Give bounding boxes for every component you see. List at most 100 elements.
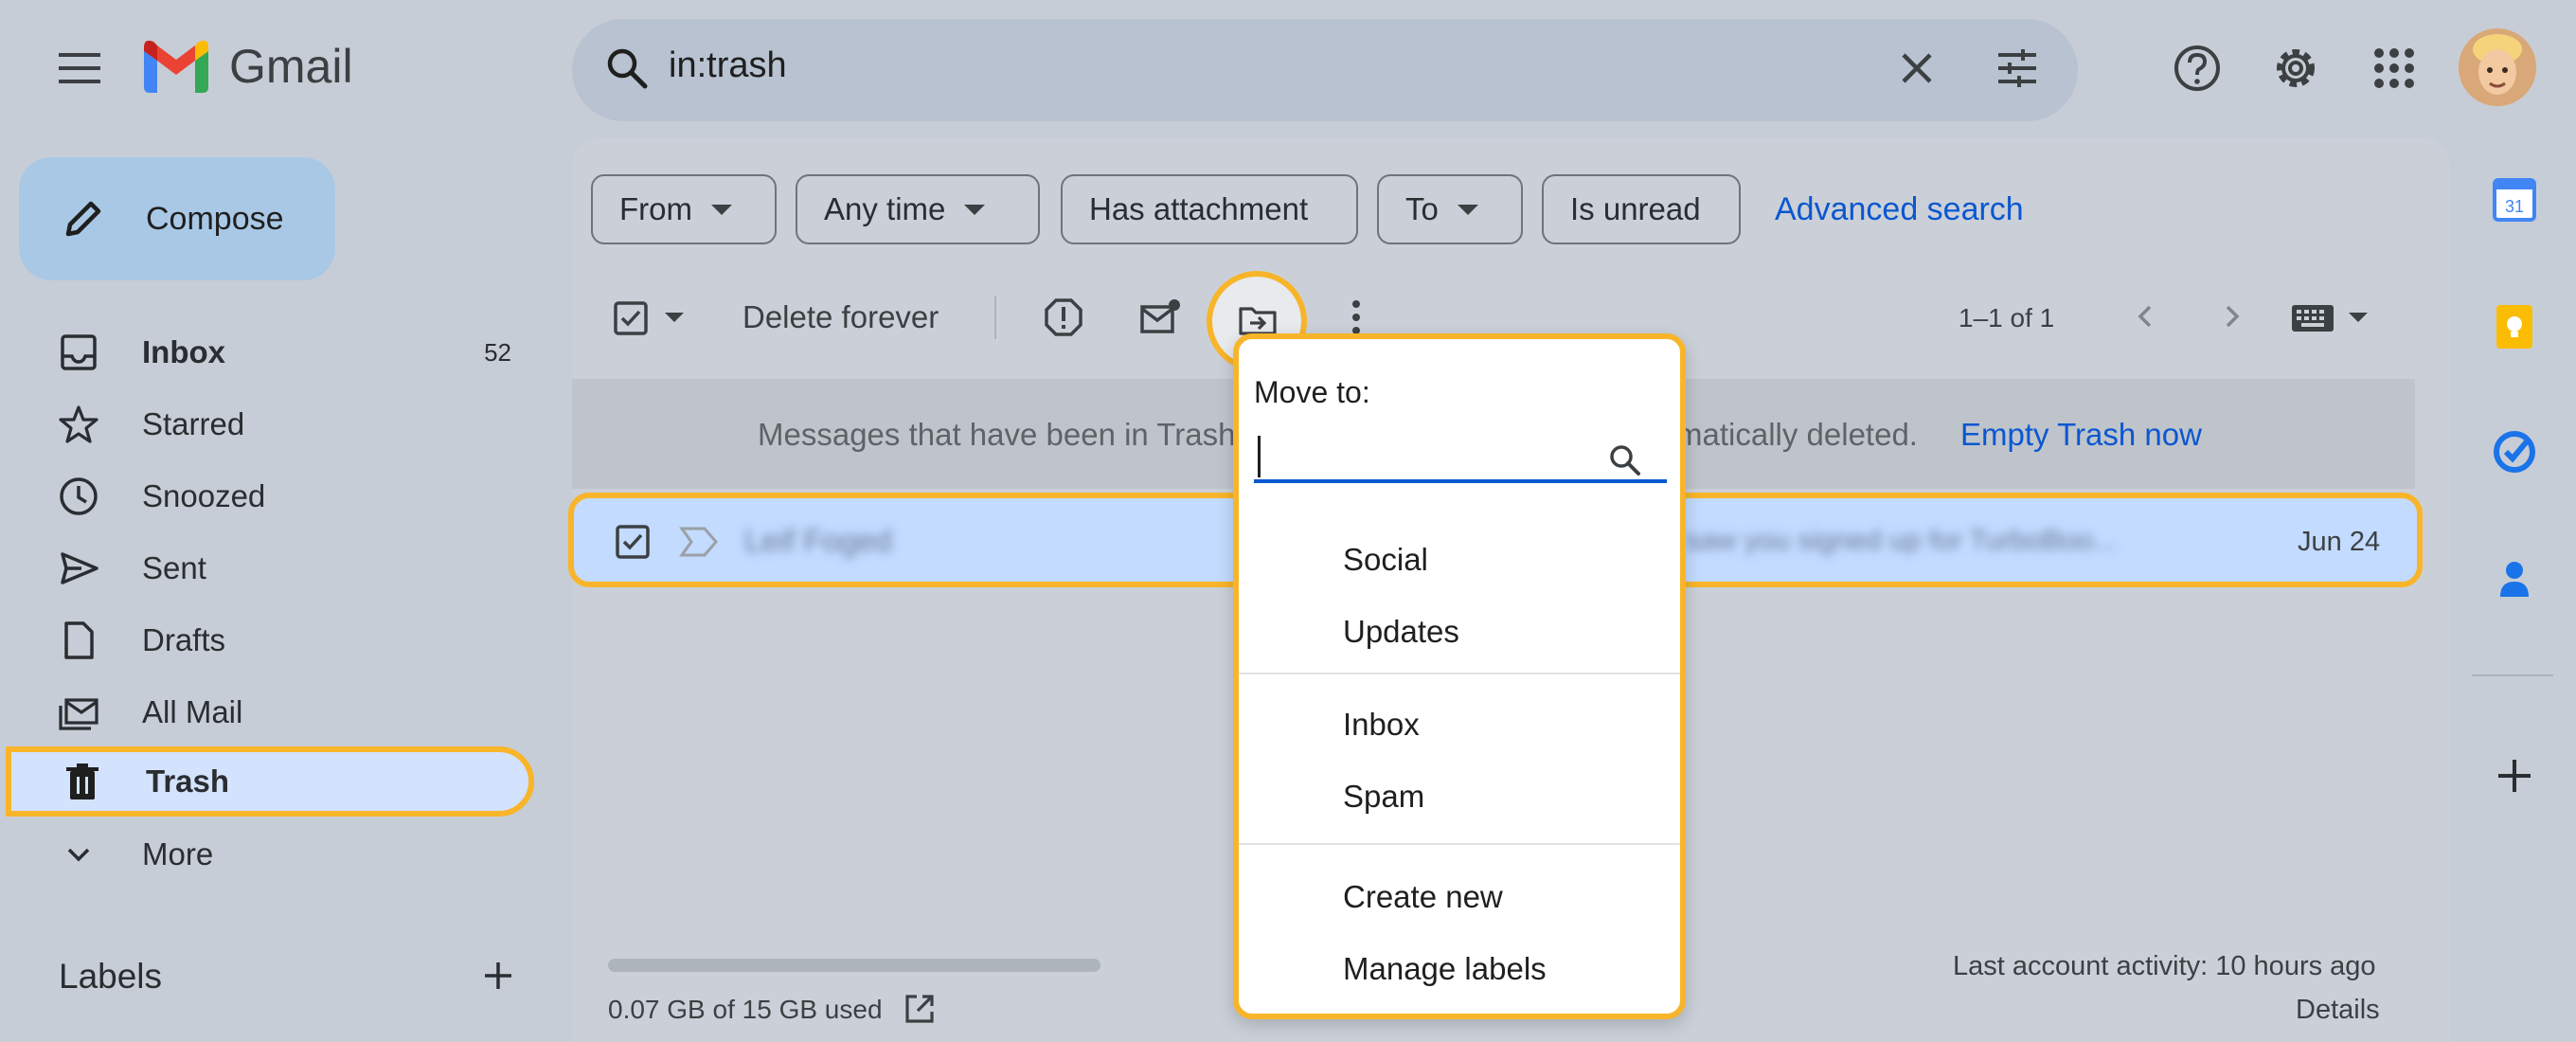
search-bar[interactable] [572, 19, 2078, 121]
move-to-item-manage-labels[interactable]: Manage labels [1343, 951, 1547, 987]
sidebar-item-label: Trash [146, 764, 230, 799]
svg-text:31: 31 [2505, 197, 2524, 216]
app-name: Gmail [229, 40, 353, 93]
chip-label: From [619, 191, 692, 226]
keyboard-icon[interactable] [2290, 301, 2335, 335]
sidebar-item-label: Snoozed [142, 478, 266, 513]
sidebar-item-all-mail[interactable]: All Mail [0, 676, 540, 748]
dropdown-caret-icon [964, 204, 986, 215]
sidebar-item-label: More [142, 836, 214, 871]
dropdown-caret-icon [711, 204, 732, 215]
select-all-checkbox[interactable] [612, 299, 650, 337]
move-to-item-spam[interactable]: Spam [1343, 779, 1424, 815]
mark-unread-icon[interactable] [1138, 296, 1182, 339]
compose-button[interactable]: Compose [19, 157, 335, 280]
delete-forever-button[interactable]: Delete forever [742, 299, 939, 335]
chevron-right-icon[interactable] [2212, 297, 2250, 335]
email-sender: Leif Foged [744, 523, 892, 558]
email-date: Jun 24 [2298, 527, 2381, 557]
settings-gear-icon[interactable] [2269, 42, 2322, 95]
move-to-item-create-new[interactable]: Create new [1343, 879, 1503, 915]
inbox-icon [61, 334, 97, 370]
text-cursor [1258, 436, 1261, 477]
report-spam-icon[interactable] [1042, 296, 1085, 339]
move-to-item-social[interactable]: Social [1343, 542, 1428, 578]
pencil-icon [65, 201, 101, 237]
help-icon[interactable] [2171, 42, 2224, 95]
menu-divider [1239, 843, 1680, 845]
toolbar-divider [994, 296, 996, 339]
gmail-logo[interactable]: Gmail [140, 38, 353, 95]
chip-label: To [1405, 191, 1439, 226]
compose-label: Compose [146, 200, 284, 237]
sidebar-item-label: All Mail [142, 694, 243, 729]
google-keep-icon[interactable] [2489, 301, 2540, 352]
empty-trash-link[interactable]: Empty Trash now [1960, 417, 2202, 453]
menu-divider [1239, 673, 1680, 674]
filter-chip-is-unread[interactable]: Is unread [1542, 174, 1741, 244]
filter-chip-to[interactable]: To [1377, 174, 1523, 244]
draft-file-icon [64, 621, 94, 659]
google-contacts-icon[interactable] [2489, 553, 2540, 604]
inbox-count: 52 [484, 337, 511, 367]
search-icon[interactable] [602, 44, 652, 93]
importance-marker-icon[interactable] [678, 525, 720, 559]
search-input[interactable]: in:trash [669, 45, 787, 86]
open-in-new-icon[interactable] [902, 991, 938, 1027]
pagination-text: 1–1 of 1 [1959, 303, 2055, 332]
sidebar-item-label: Sent [142, 550, 206, 585]
row-checkbox[interactable] [614, 523, 652, 561]
sidebar-item-more[interactable]: More [0, 818, 540, 890]
banner-text-continued: matically deleted. [1676, 417, 1918, 452]
last-activity-text: Last account activity: 10 hours ago [1953, 951, 2376, 981]
dropdown-caret-icon [1457, 204, 1478, 215]
star-icon [59, 405, 98, 443]
filter-chip-from[interactable]: From [591, 174, 777, 244]
move-to-search-input[interactable] [1254, 430, 1667, 483]
sidebar-item-inbox[interactable]: Inbox 52 [0, 316, 540, 388]
select-dropdown-caret-icon[interactable] [665, 313, 684, 322]
google-tasks-icon[interactable] [2489, 426, 2540, 477]
sidebar-item-starred[interactable]: Starred [0, 388, 540, 460]
chip-label: Has attachment [1089, 191, 1309, 226]
labels-heading: Labels [59, 957, 163, 996]
account-avatar[interactable] [2459, 28, 2536, 106]
add-label-icon[interactable] [477, 955, 519, 997]
send-icon [61, 552, 98, 584]
filter-chip-has-attachment[interactable]: Has attachment [1061, 174, 1358, 244]
email-snippet: saw you signed up for TurboBoo... [1686, 525, 2118, 556]
move-to-title: Move to: [1254, 375, 1370, 409]
banner-text: Messages that have been in Trash [758, 417, 1236, 452]
storage-usage-bar [608, 959, 1100, 972]
sidebar-item-sent[interactable]: Sent [0, 532, 540, 604]
google-calendar-icon[interactable]: 31 [2489, 174, 2540, 225]
sidebar-item-snoozed[interactable]: Snoozed [0, 460, 540, 532]
search-icon [1606, 441, 1644, 479]
input-tools-caret-icon[interactable] [2349, 313, 2368, 322]
main-menu-icon[interactable] [53, 42, 106, 95]
move-to-item-updates[interactable]: Updates [1343, 614, 1459, 650]
advanced-search-link[interactable]: Advanced search [1775, 191, 2024, 228]
add-addon-icon[interactable] [2489, 750, 2540, 801]
chevron-down-icon [67, 848, 90, 862]
rail-divider [2472, 674, 2553, 676]
sidebar-item-drafts[interactable]: Drafts [0, 604, 540, 676]
chevron-left-icon[interactable] [2127, 297, 2165, 335]
details-link[interactable]: Details [2296, 995, 2380, 1026]
chip-label: Is unread [1570, 191, 1701, 226]
clear-search-icon[interactable] [1892, 44, 1941, 93]
filter-chip-any-time[interactable]: Any time [796, 174, 1040, 244]
google-apps-icon[interactable] [2368, 42, 2421, 95]
move-to-item-inbox[interactable]: Inbox [1343, 707, 1420, 743]
clock-icon [60, 477, 98, 515]
gmail-m-icon [144, 40, 208, 93]
search-options-icon[interactable] [1993, 44, 2042, 93]
storage-usage-text: 0.07 GB of 15 GB used [608, 995, 883, 1024]
all-mail-icon [59, 698, 98, 730]
sidebar-item-label: Drafts [142, 622, 226, 657]
trash-icon [66, 764, 98, 799]
chip-label: Any time [824, 191, 946, 226]
sidebar-item-label: Starred [142, 406, 245, 441]
sidebar-item-label: Inbox [142, 334, 225, 369]
sidebar-item-trash[interactable]: Trash [6, 746, 534, 817]
